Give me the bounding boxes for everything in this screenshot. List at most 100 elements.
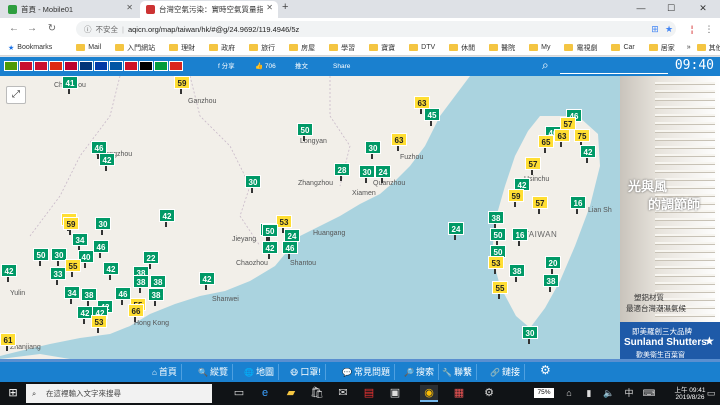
language-flag-icon[interactable] — [109, 61, 123, 71]
network-icon[interactable]: ▮ — [580, 385, 598, 402]
language-flag-icon[interactable] — [79, 61, 93, 71]
aqi-station-marker[interactable]: 20 — [545, 256, 561, 274]
maximize-button[interactable]: ☐ — [660, 0, 682, 18]
tab-aqicn[interactable]: 台灣空氣污染：實時空氣質量指數地圖 ✕ — [140, 1, 278, 18]
aqi-station-marker[interactable]: 57 — [525, 157, 541, 175]
bookmark-star-icon[interactable]: ★ — [662, 21, 676, 37]
aqi-station-marker[interactable]: 46 — [93, 240, 109, 258]
aqi-station-marker[interactable]: 30 — [365, 141, 381, 159]
aqi-station-marker[interactable]: 22 — [143, 251, 159, 269]
tab-mobile01[interactable]: 首頁 - Mobile01 ✕ — [2, 1, 138, 18]
fullscreen-icon[interactable]: ⤢ — [6, 86, 26, 104]
site-nav-item[interactable]: 🔍 縱覽 — [198, 364, 233, 380]
acrobat-icon[interactable]: ▤ — [360, 385, 378, 402]
site-nav-item[interactable]: 🔧 聯繫 — [442, 364, 477, 380]
aqi-station-marker[interactable]: 34 — [64, 286, 80, 304]
bookmark-folder[interactable]: Car — [611, 44, 635, 51]
settings-icon[interactable]: ⚙ — [480, 385, 498, 402]
windows-start-icon[interactable]: ⊞ — [4, 385, 22, 402]
bookmarks-overflow-button[interactable]: » — [687, 44, 691, 51]
chrome-icon[interactable]: ◉ — [420, 385, 438, 402]
aqi-station-marker[interactable]: 28 — [334, 163, 350, 181]
site-nav-item[interactable]: ⌂ 首頁 — [152, 364, 182, 380]
aqi-station-marker[interactable]: 30 — [245, 175, 261, 193]
reload-icon[interactable]: ↻ — [44, 21, 60, 37]
aqi-station-marker[interactable]: 57 — [532, 196, 548, 214]
twitter-share-button[interactable]: 推文 — [292, 61, 311, 72]
aqi-station-marker[interactable]: 53 — [91, 315, 107, 333]
language-flag-icon[interactable] — [34, 61, 48, 71]
file-explorer-icon[interactable]: ▰ — [282, 385, 300, 402]
store-icon[interactable]: 🛍 — [308, 385, 326, 402]
aqi-station-marker[interactable]: 42 — [199, 272, 215, 290]
aqi-station-marker[interactable]: 38 — [81, 288, 97, 306]
search-icon[interactable]: ⌕ — [542, 58, 549, 73]
ime-icon[interactable]: 中 — [620, 385, 638, 402]
aqi-station-marker[interactable]: 42 — [580, 145, 596, 163]
facebook-share-button[interactable]: f 分享 — [215, 61, 238, 72]
mail-icon[interactable]: ✉ — [334, 385, 352, 402]
task-view-icon[interactable]: ▭ — [230, 385, 248, 402]
aqi-station-marker[interactable]: 59 — [174, 76, 190, 94]
notification-icon[interactable]: ▭ — [702, 385, 720, 402]
language-flag-icon[interactable] — [94, 61, 108, 71]
language-flag-icon[interactable] — [139, 61, 153, 71]
aqi-station-marker[interactable]: 38 — [509, 264, 525, 282]
bookmark-folder[interactable]: 學習 — [329, 43, 355, 53]
aqi-station-marker[interactable]: 63 — [391, 133, 407, 151]
aqi-station-marker[interactable]: 33 — [50, 267, 66, 285]
keyboard-icon[interactable]: ⌨ — [640, 385, 658, 402]
close-tab-icon[interactable]: ✕ — [126, 3, 133, 12]
aqi-station-marker[interactable]: 30 — [359, 165, 375, 183]
aqi-station-marker[interactable]: 63 — [554, 129, 570, 147]
aqi-station-marker[interactable]: 16 — [512, 228, 528, 246]
site-nav-item[interactable]: 🔗 鏈接 — [490, 364, 525, 380]
aqi-station-marker[interactable]: 42 — [103, 262, 119, 280]
new-tab-button[interactable]: + — [282, 1, 288, 13]
menu-icon[interactable]: ⋮ — [702, 21, 716, 37]
aqi-station-marker[interactable]: 55 — [492, 281, 508, 299]
aqi-station-marker[interactable]: 65 — [538, 135, 554, 153]
taskbar-search-input[interactable]: ⌕ 在這裡輸入文字來搜尋 — [26, 384, 212, 403]
aqi-station-marker[interactable]: 59 — [63, 217, 79, 235]
aqi-station-marker[interactable]: 42 — [159, 209, 175, 227]
language-flag-icon[interactable] — [124, 61, 138, 71]
aqi-station-marker[interactable]: 38 — [133, 275, 149, 293]
aqi-station-marker[interactable]: 42 — [99, 153, 115, 171]
bookmark-folder[interactable]: 休閒 — [449, 43, 475, 53]
bookmark-folder[interactable]: 房屋 — [289, 43, 315, 53]
bookmark-folder[interactable]: 政府 — [209, 43, 235, 53]
aqi-station-marker[interactable]: 66 — [128, 304, 144, 322]
bookmark-folder[interactable]: 寶寶 — [369, 43, 395, 53]
aqi-station-marker[interactable]: 38 — [150, 275, 166, 293]
aqi-station-marker[interactable]: 45 — [424, 108, 440, 126]
aqi-station-marker[interactable]: 42 — [1, 264, 17, 282]
bookmark-folder[interactable]: 入門網站 — [115, 43, 155, 53]
language-flag-icon[interactable] — [49, 61, 63, 71]
aqi-station-marker[interactable]: 42 — [262, 241, 278, 259]
site-nav-item[interactable]: 🔎 搜索 — [404, 364, 439, 380]
other-bookmarks-folder[interactable]: 其他書籤 — [696, 43, 720, 53]
app-icon[interactable]: ▦ — [450, 385, 468, 402]
edge-icon[interactable]: e — [256, 385, 274, 402]
aqi-station-marker[interactable]: 53 — [488, 256, 504, 274]
volume-icon[interactable]: 🔈 — [600, 385, 618, 402]
aqi-station-marker[interactable]: 50 — [262, 224, 278, 242]
aqi-station-marker[interactable]: 41 — [62, 76, 78, 94]
tray-icon[interactable]: ⌂ — [560, 385, 578, 402]
aqi-station-marker[interactable]: 50 — [490, 228, 506, 246]
facebook-like-button[interactable]: 👍 706 — [252, 61, 279, 72]
aqi-station-marker[interactable]: 55 — [65, 259, 81, 277]
aqi-station-marker[interactable]: 75 — [574, 129, 590, 147]
aqi-station-marker[interactable]: 46 — [115, 287, 131, 305]
aqi-station-marker[interactable]: 30 — [522, 326, 538, 344]
aqi-station-marker[interactable]: 50 — [297, 123, 313, 141]
minimize-button[interactable]: — — [630, 0, 652, 18]
language-flag-icon[interactable] — [169, 61, 183, 71]
settings-gear-icon[interactable]: ⚙ — [540, 363, 551, 377]
site-nav-item[interactable]: 💬 常見問題 — [342, 364, 395, 380]
close-window-button[interactable]: ✕ — [692, 0, 714, 18]
aqi-map[interactable]: ⤢ Ganzhou Fuzhou Longyan Zhangzhou Xiamen Qua… — [0, 76, 620, 359]
info-icon[interactable]: ⓘ — [84, 24, 92, 35]
aqi-station-marker[interactable]: 38 — [488, 211, 504, 229]
